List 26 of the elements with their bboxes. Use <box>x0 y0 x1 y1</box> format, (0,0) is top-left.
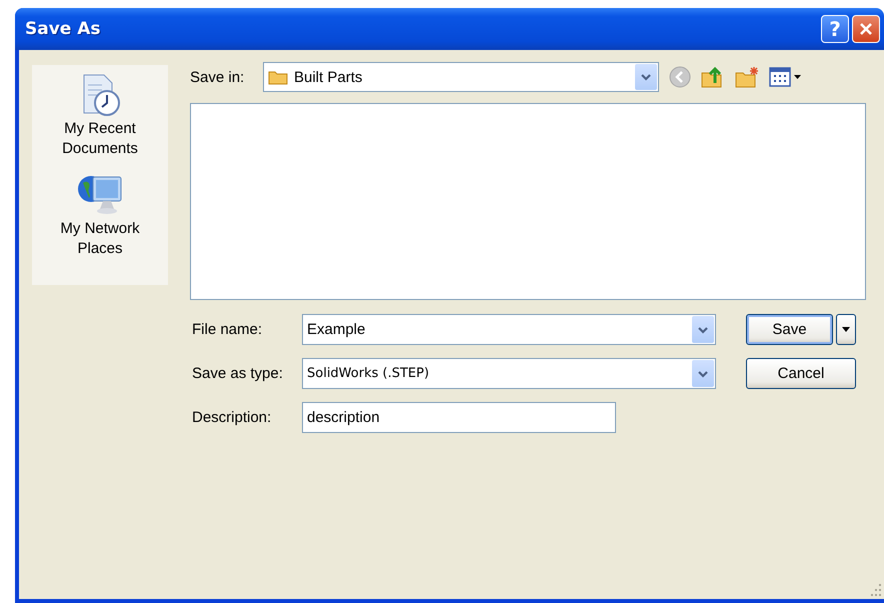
view-menu-icon[interactable] <box>769 67 803 87</box>
chevron-down-icon <box>697 368 709 378</box>
save-button[interactable]: Save <box>746 314 833 345</box>
combo-field[interactable]: SolidWorks (.STEP) <box>302 358 716 389</box>
save-in-label: Save in: <box>190 68 246 86</box>
cancel-button[interactable]: Cancel <box>746 358 856 389</box>
text-field[interactable]: description <box>302 402 616 433</box>
field-label: Save as type: <box>192 365 284 382</box>
back-icon[interactable] <box>669 66 691 88</box>
place-item[interactable]: My Network Places <box>45 219 155 259</box>
window-title: Save As <box>25 19 102 39</box>
folder-icon <box>268 69 288 85</box>
new-folder-icon[interactable] <box>735 66 759 88</box>
resize-grip-icon[interactable] <box>868 583 882 597</box>
combo-field[interactable]: Example <box>302 314 716 345</box>
help-button[interactable]: ? <box>821 15 849 43</box>
chevron-down-icon <box>697 324 709 334</box>
close-button[interactable] <box>852 15 880 43</box>
close-icon <box>858 21 874 37</box>
chevron-down-icon <box>640 72 652 82</box>
caret-icon <box>842 327 850 332</box>
place-item[interactable]: My Recent Documents <box>45 119 155 159</box>
folder-dropdown[interactable]: Built Parts <box>263 62 659 92</box>
field-label: File name: <box>192 321 264 338</box>
save-options-button[interactable] <box>836 314 856 345</box>
field-label: Description: <box>192 409 272 426</box>
